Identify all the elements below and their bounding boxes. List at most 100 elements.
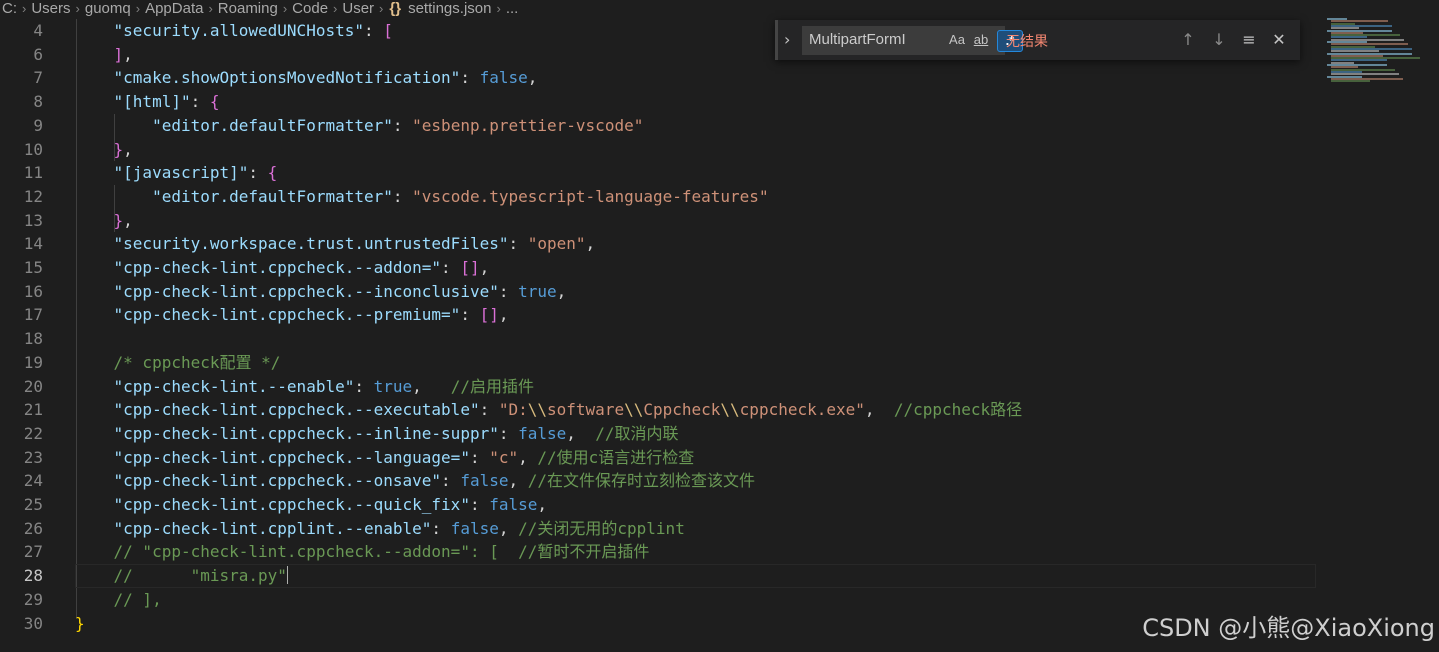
code-text[interactable]: // ],	[75, 588, 162, 612]
code-text[interactable]: "cpp-check-lint.cppcheck.--quick_fix": f…	[75, 493, 548, 517]
breadcrumb-item[interactable]: AppData	[143, 0, 205, 17]
breadcrumb-item[interactable]: guomq	[83, 0, 133, 17]
code-text[interactable]: "cmake.showOptionsMovedNotification": fa…	[75, 66, 538, 90]
whole-word-toggle[interactable]: ab	[970, 30, 992, 50]
breadcrumb-file[interactable]: settings.json	[406, 0, 493, 17]
chevron-right-icon: ›	[75, 1, 80, 16]
code-text[interactable]: ],	[75, 43, 133, 67]
code-line[interactable]: 12 "editor.defaultFormatter": "vscode.ty…	[0, 185, 1320, 209]
code-text[interactable]: "[javascript]": {	[75, 161, 278, 185]
minimap[interactable]	[1325, 18, 1425, 88]
code-line[interactable]: 24 "cpp-check-lint.cppcheck.--onsave": f…	[0, 469, 1320, 493]
toggle-replace-chevron-icon[interactable]: ›	[784, 30, 798, 50]
code-line[interactable]: 17 "cpp-check-lint.cppcheck.--premium=":…	[0, 303, 1320, 327]
line-number: 10	[23, 139, 43, 159]
code-token: ,	[498, 518, 519, 538]
code-line[interactable]: 25 "cpp-check-lint.cppcheck.--quick_fix"…	[0, 493, 1320, 517]
code-text[interactable]: // "misra.py"	[75, 564, 288, 588]
code-token: :	[392, 186, 413, 206]
code-token: true	[518, 281, 557, 301]
code-text[interactable]: "cpp-check-lint.cppcheck.--inline-suppr"…	[75, 422, 679, 446]
line-number: 13	[23, 210, 43, 230]
code-line[interactable]: 19 /* cppcheck配置 */	[0, 351, 1320, 375]
chevron-right-icon: ›	[282, 1, 288, 16]
code-line[interactable]: 30}	[0, 612, 1320, 636]
code-text[interactable]: },	[75, 138, 133, 162]
line-number: 8	[33, 92, 43, 112]
code-editor[interactable]: 4 "security.allowedUNCHosts": [6 ], 7 "cm…	[0, 19, 1320, 652]
code-token: ,	[123, 210, 133, 230]
breadcrumb-item[interactable]: ...	[504, 0, 521, 17]
code-token: "cmake.showOptionsMovedNotification"	[113, 68, 461, 88]
code-text[interactable]: },	[75, 209, 133, 233]
arrow-down-icon[interactable]: ↓	[1208, 29, 1230, 51]
breadcrumb-item[interactable]: Code	[290, 0, 330, 17]
chevron-right-icon: ›	[379, 1, 384, 16]
code-token: "cpp-check-lint.cppcheck.--premium="	[113, 305, 461, 325]
code-line[interactable]: 22 "cpp-check-lint.cppcheck.--inline-sup…	[0, 422, 1320, 446]
code-text[interactable]: "cpp-check-lint.cppcheck.--inconclusive"…	[75, 280, 567, 304]
code-token: ,	[566, 423, 596, 443]
code-text[interactable]: "cpp-check-lint.cppcheck.--addon=": [],	[75, 256, 490, 280]
line-number: 14	[23, 234, 43, 254]
code-token: :	[363, 21, 384, 40]
code-text[interactable]: "[html]": {	[75, 90, 220, 114]
code-token: //使用c语言进行检查	[537, 447, 695, 467]
code-line[interactable]: 10 },	[0, 138, 1320, 162]
code-token: "[javascript]"	[113, 163, 249, 183]
code-text[interactable]: }	[75, 612, 85, 636]
code-text[interactable]: "editor.defaultFormatter": "vscode.types…	[75, 185, 769, 209]
breadcrumb-item[interactable]: C:	[0, 0, 19, 17]
breadcrumb-item[interactable]: Roaming	[216, 0, 280, 17]
line-number: 15	[23, 258, 43, 277]
code-token: // ],	[113, 589, 162, 609]
indent-guide	[114, 184, 115, 233]
find-input-value[interactable]: MultipartFormI	[809, 31, 939, 48]
code-line[interactable]: 13 },	[0, 209, 1320, 233]
code-text[interactable]: "cpp-check-lint.cppcheck.--premium=": []…	[75, 303, 509, 327]
code-line[interactable]: 28 // "misra.py"	[0, 564, 1320, 589]
code-text[interactable]: "security.workspace.trust.untrustedFiles…	[75, 232, 596, 256]
code-token: // "misra.py"	[113, 566, 287, 586]
breadcrumb-item[interactable]: User	[340, 0, 376, 17]
code-text[interactable]: "cpp-check-lint.cpplint.--enable": false…	[75, 517, 685, 541]
close-icon[interactable]: ✕	[1268, 29, 1290, 51]
code-line[interactable]: 15 "cpp-check-lint.cppcheck.--addon=": […	[0, 256, 1320, 280]
breadcrumb-item[interactable]: Users	[29, 0, 72, 17]
code-token: \\	[720, 400, 740, 420]
match-case-toggle[interactable]: Aa	[946, 30, 968, 50]
code-line[interactable]: 27 // "cpp-check-lint.cppcheck.--addon="…	[0, 540, 1320, 564]
code-text[interactable]: "security.allowedUNCHosts": [	[75, 19, 393, 43]
code-text[interactable]: // "cpp-check-lint.cppcheck.--addon=": […	[75, 540, 650, 564]
find-input[interactable]: MultipartFormI Aa ab .*	[802, 26, 1023, 55]
code-text[interactable]: "cpp-check-lint.cppcheck.--language=": "…	[75, 446, 695, 470]
code-line[interactable]: 16 "cpp-check-lint.cppcheck.--inconclusi…	[0, 280, 1320, 304]
code-text[interactable]: "cpp-check-lint.cppcheck.--onsave": fals…	[75, 469, 756, 493]
code-line[interactable]: 21 "cpp-check-lint.cppcheck.--executable…	[0, 398, 1320, 422]
code-line[interactable]: 11 "[javascript]": {	[0, 161, 1320, 185]
code-line[interactable]: 8 "[html]": {	[0, 90, 1320, 114]
code-line[interactable]: 7 "cmake.showOptionsMovedNotification": …	[0, 66, 1320, 90]
code-text[interactable]: "cpp-check-lint.--enable": true, //启用插件	[75, 375, 534, 399]
code-text[interactable]: /* cppcheck配置 */	[75, 351, 281, 375]
code-text[interactable]: "editor.defaultFormatter": "esbenp.prett…	[75, 114, 643, 138]
code-line[interactable]: 18	[0, 327, 1320, 351]
code-line[interactable]: 26 "cpp-check-lint.cpplint.--enable": fa…	[0, 517, 1320, 541]
code-token: "security.workspace.trust.untrustedFiles…	[113, 234, 509, 254]
arrow-up-icon[interactable]: ↑	[1177, 29, 1199, 51]
code-line[interactable]: 23 "cpp-check-lint.cppcheck.--language="…	[0, 446, 1320, 470]
code-token: :	[248, 163, 268, 183]
code-line[interactable]: 9 "editor.defaultFormatter": "esbenp.pre…	[0, 114, 1320, 138]
code-token: //在文件保存时立刻检查该文件	[527, 471, 756, 491]
code-text[interactable]: "cpp-check-lint.cppcheck.--executable": …	[75, 398, 1023, 422]
line-number: 24	[23, 471, 43, 491]
code-line[interactable]: 29 // ],	[0, 588, 1320, 612]
selection-icon[interactable]: ≡	[1238, 29, 1260, 51]
code-line[interactable]: 20 "cpp-check-lint.--enable": true, //启用…	[0, 375, 1320, 399]
code-line[interactable]: 14 "security.workspace.trust.untrustedFi…	[0, 232, 1320, 256]
